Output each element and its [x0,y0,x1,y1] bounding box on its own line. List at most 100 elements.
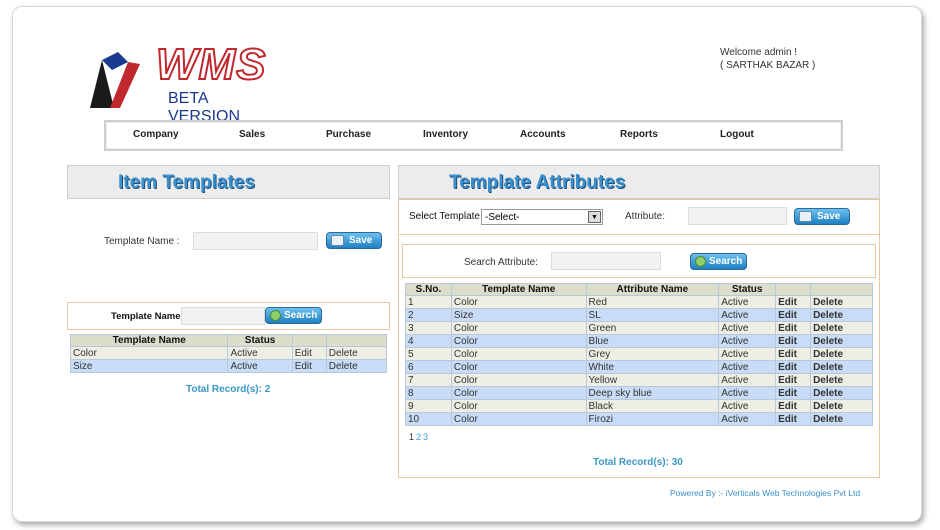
nav-sales[interactable]: Sales [239,129,265,140]
table-row: 9 Color Black Active Edit Delete [405,399,873,413]
template-attributes-title: Template Attributes [449,172,626,193]
page-1[interactable]: 1 [409,432,414,442]
edit-link[interactable]: Edit [775,295,812,309]
row-attribute-name: Green [585,321,720,335]
table-row: Size Active Edit Delete [69,359,388,373]
edit-link[interactable]: Edit [775,334,812,348]
row-template-name: Color [450,334,587,348]
edit-link[interactable]: Edit [775,373,812,387]
col-status: Status [718,283,777,296]
edit-link[interactable]: Edit [775,399,812,413]
edit-link[interactable]: Edit [775,308,812,322]
delete-link[interactable]: Delete [810,334,873,348]
row-status: Active [718,347,777,361]
row-sno: 5 [405,347,452,361]
welcome-user: Welcome admin ! [720,47,798,58]
row-status: Active [718,308,777,322]
edit-link[interactable]: Edit [291,346,327,360]
col-status: Status [227,334,293,347]
nav-purchase[interactable]: Purchase [326,129,371,140]
left-search-button[interactable]: Search [265,307,322,324]
nav-reports[interactable]: Reports [620,129,658,140]
select-template-dropdown[interactable]: -Select- ▼ [481,209,603,225]
search-icon [270,310,281,321]
edit-link[interactable]: Edit [775,386,812,400]
delete-link[interactable]: Delete [325,346,388,360]
delete-link[interactable]: Delete [810,399,873,413]
col-template-name: Template Name [450,283,587,296]
search-template-name-input[interactable] [181,307,265,325]
template-name-label: Template Name : [104,236,180,247]
row-status: Active [718,412,777,426]
row-sno: 8 [405,386,452,400]
delete-link[interactable]: Delete [810,360,873,374]
footer-credit: Powered By :- iVerticals Web Technologie… [670,488,861,498]
select-template-label: Select Template [409,211,480,222]
item-templates-header: Item Templates [67,165,390,199]
logo-text: WMS [155,39,267,90]
row-sno: 6 [405,360,452,374]
row-status: Active [718,321,777,335]
delete-link[interactable]: Delete [810,308,873,322]
row-attribute-name: Firozi [585,412,720,426]
edit-link[interactable]: Edit [775,360,812,374]
attributes-table: S.No. Template Name Attribute Name Statu… [405,283,873,426]
table-row: 2 Size SL Active Edit Delete [405,308,873,322]
left-save-button[interactable]: Save [326,232,382,249]
delete-link[interactable]: Delete [810,386,873,400]
table-row: 6 Color White Active Edit Delete [405,360,873,374]
right-save-button[interactable]: Save [794,208,850,225]
left-total-records: Total Record(s): 2 [186,384,271,395]
row-template-name: Color [450,386,587,400]
attribute-input[interactable] [688,207,787,225]
welcome-company: ( SARTHAK BAZAR ) [720,60,816,71]
row-sno: 7 [405,373,452,387]
right-search-box: Search Attribute: Search [402,244,876,278]
delete-link[interactable]: Delete [810,412,873,426]
row-template-name: Color [450,347,587,361]
table-row: 8 Color Deep sky blue Active Edit Delete [405,386,873,400]
save-icon [331,235,344,246]
edit-link[interactable]: Edit [291,359,327,373]
edit-link[interactable]: Edit [775,412,812,426]
nav-company[interactable]: Company [133,129,179,140]
search-attribute-label: Search Attribute: [464,257,538,268]
main-nav: Company Sales Purchase Inventory Account… [104,120,843,151]
delete-link[interactable]: Delete [325,359,388,373]
template-name-input[interactable] [193,232,318,250]
page-3[interactable]: 3 [423,432,428,442]
right-search-button[interactable]: Search [690,253,747,270]
row-attribute-name: White [585,360,720,374]
table-row: 10 Color Firozi Active Edit Delete [405,412,873,426]
table-row: 4 Color Blue Active Edit Delete [405,334,873,348]
nav-accounts[interactable]: Accounts [520,129,566,140]
delete-link[interactable]: Delete [810,373,873,387]
col-attribute-name: Attribute Name [585,283,720,296]
templates-table: Template Name Status Color Active Edit D… [69,334,388,373]
nav-logout[interactable]: Logout [720,129,754,140]
page-2[interactable]: 2 [416,432,421,442]
nav-inventory[interactable]: Inventory [423,129,468,140]
row-sno: 2 [405,308,452,322]
row-template-name: Size [450,308,587,322]
edit-link[interactable]: Edit [775,321,812,335]
delete-link[interactable]: Delete [810,347,873,361]
wms-logo: WMS BETA VERSION [88,39,283,125]
row-template-name: Color [450,321,587,335]
table-row: 7 Color Yellow Active Edit Delete [405,373,873,387]
logo-mark-icon [90,52,140,108]
search-template-name-label: Template Name [111,311,181,322]
row-template-name: Color [450,399,587,413]
pagination: 123 [409,432,430,442]
row-attribute-name: Deep sky blue [585,386,720,400]
col-template-name: Template Name [69,334,229,347]
row-sno: 9 [405,399,452,413]
delete-link[interactable]: Delete [810,295,873,309]
edit-link[interactable]: Edit [775,347,812,361]
search-attribute-input[interactable] [551,252,661,270]
row-template-name: Color [450,295,587,309]
delete-link[interactable]: Delete [810,321,873,335]
row-attribute-name: Grey [585,347,720,361]
row-attribute-name: SL [585,308,720,322]
table-row: 3 Color Green Active Edit Delete [405,321,873,335]
